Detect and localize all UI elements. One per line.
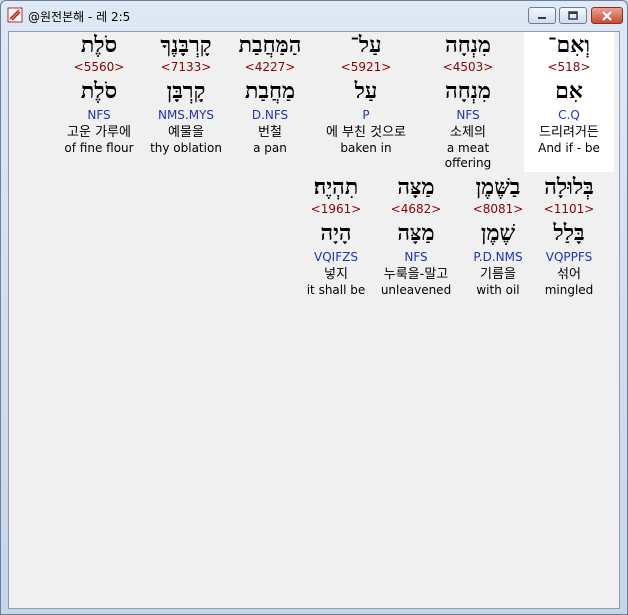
english-gloss: of fine flour xyxy=(64,141,134,155)
hebrew-word: עַל־ xyxy=(350,32,382,58)
korean-gloss: 기름을 xyxy=(480,267,516,282)
word-block[interactable]: קָרְבָּנֶךָ <7133> קָרְבָּן NMS.MYS 예물을 … xyxy=(141,32,231,156)
minimize-button[interactable] xyxy=(528,7,556,24)
korean-gloss: 드리려거든 xyxy=(539,125,599,140)
strong-number[interactable]: <518> xyxy=(524,60,614,74)
morphology-code: C.Q xyxy=(558,108,580,122)
hebrew-word: קָרְבָּנֶךָ xyxy=(160,32,212,58)
strong-number[interactable]: <4503> xyxy=(423,60,513,74)
korean-gloss: 고운 가루에 xyxy=(67,125,131,140)
morphology-code: P xyxy=(362,108,370,122)
morphology-code: VQIFZS xyxy=(314,250,358,264)
strong-number[interactable]: <4682> xyxy=(371,202,461,216)
word-block[interactable]: מִנְחָה <4503> מִנְחָה NFS 소제의 a meat of… xyxy=(423,32,513,171)
morphology-code: NFS xyxy=(404,250,428,264)
app-window: @원전본해 - 레 2:5 וְאִם־ <518> אִם C.Q 드리려거든… xyxy=(0,0,628,615)
hebrew-word: תִהְיֶה׃ xyxy=(313,174,359,200)
hebrew-word: וְאִם־ xyxy=(548,32,590,58)
hebrew-word: מִנְחָה xyxy=(445,32,491,58)
lemma: אִם xyxy=(555,78,583,104)
word-block[interactable]: עַל־ <5921> עַל P 에 부친 것으로 baken in xyxy=(311,32,421,156)
lemma: מִנְחָה xyxy=(445,78,491,104)
lemma: מַחֲבַת xyxy=(244,78,296,104)
hebrew-word: מַצָּה xyxy=(397,174,435,200)
app-icon xyxy=(7,7,23,23)
title-bar[interactable]: @원전본해 - 레 2:5 xyxy=(1,1,627,29)
word-block[interactable]: סֹלֶת <5560> סֹלֶת NFS 고운 가루에 of fine fl… xyxy=(54,32,144,156)
english-gloss: unleavened xyxy=(380,283,452,297)
english-gloss: And if - be xyxy=(538,141,600,155)
morphology-code: P.D.NMS xyxy=(473,250,523,264)
lemma: עַל xyxy=(354,78,378,104)
strong-number[interactable]: <1961> xyxy=(291,202,381,216)
morphology-code: D.NFS xyxy=(251,108,289,122)
strong-number[interactable]: <5921> xyxy=(311,60,421,74)
strong-number[interactable]: <7133> xyxy=(141,60,231,74)
english-gloss: it shall be xyxy=(306,283,366,297)
morphology-code: NFS xyxy=(456,108,480,122)
lemma: הָיָה xyxy=(320,220,352,246)
hebrew-word: הַמַּחֲבַת xyxy=(238,32,302,58)
word-block[interactable]: וְאִם־ <518> אִם C.Q 드리려거든 And if - be xyxy=(524,32,614,172)
lemma: מַצָּה xyxy=(397,220,435,246)
word-block[interactable]: בַשֶּׁמֶן <8081> שֶׁמֶן P.D.NMS 기름을 with… xyxy=(453,174,543,298)
word-block[interactable]: מַצָּה <4682> מַצָּה NFS 누룩을-말고 unleaven… xyxy=(371,174,461,298)
korean-gloss: 소제의 xyxy=(450,125,486,140)
hebrew-word: בַשֶּׁמֶן xyxy=(475,174,521,200)
lemma: סֹלֶת xyxy=(80,78,118,104)
english-gloss: a meat offering xyxy=(444,141,492,170)
english-gloss: with oil xyxy=(476,283,520,297)
maximize-icon xyxy=(568,10,578,20)
window-title: @원전본해 - 레 2:5 xyxy=(28,10,131,24)
english-gloss: a pan xyxy=(253,141,287,155)
korean-gloss: 넣지 xyxy=(324,267,348,282)
word-block[interactable]: תִהְיֶה׃ <1961> הָיָה VQIFZS 넣지 it shall… xyxy=(291,174,381,298)
english-gloss: thy oblation xyxy=(150,141,222,155)
close-button[interactable] xyxy=(591,7,623,24)
morphology-code: NMS.MYS xyxy=(157,108,215,122)
word-block[interactable]: הַמַּחֲבַת <4227> מַחֲבַת D.NFS 번철 a pan xyxy=(225,32,315,156)
korean-gloss: 예물을 xyxy=(168,125,204,140)
lemma: קָרְבָּן xyxy=(166,78,206,104)
hebrew-word: סֹלֶת xyxy=(80,32,118,58)
english-gloss: baken in xyxy=(340,141,392,155)
strong-number[interactable]: <8081> xyxy=(453,202,543,216)
strong-number[interactable]: <4227> xyxy=(225,60,315,74)
korean-gloss: 번철 xyxy=(258,125,282,140)
maximize-button[interactable] xyxy=(559,7,587,24)
korean-gloss: 누룩을-말고 xyxy=(383,267,449,282)
minimize-icon xyxy=(538,16,546,19)
korean-gloss: 에 부친 것으로 xyxy=(325,125,407,140)
close-icon xyxy=(602,10,612,21)
strong-number[interactable]: <5560> xyxy=(54,60,144,74)
morphology-code: NFS xyxy=(87,108,111,122)
lemma: שֶׁמֶן xyxy=(480,220,516,246)
interlinear-view: וְאִם־ <518> אִם C.Q 드리려거든 And if - be מ… xyxy=(8,31,620,609)
